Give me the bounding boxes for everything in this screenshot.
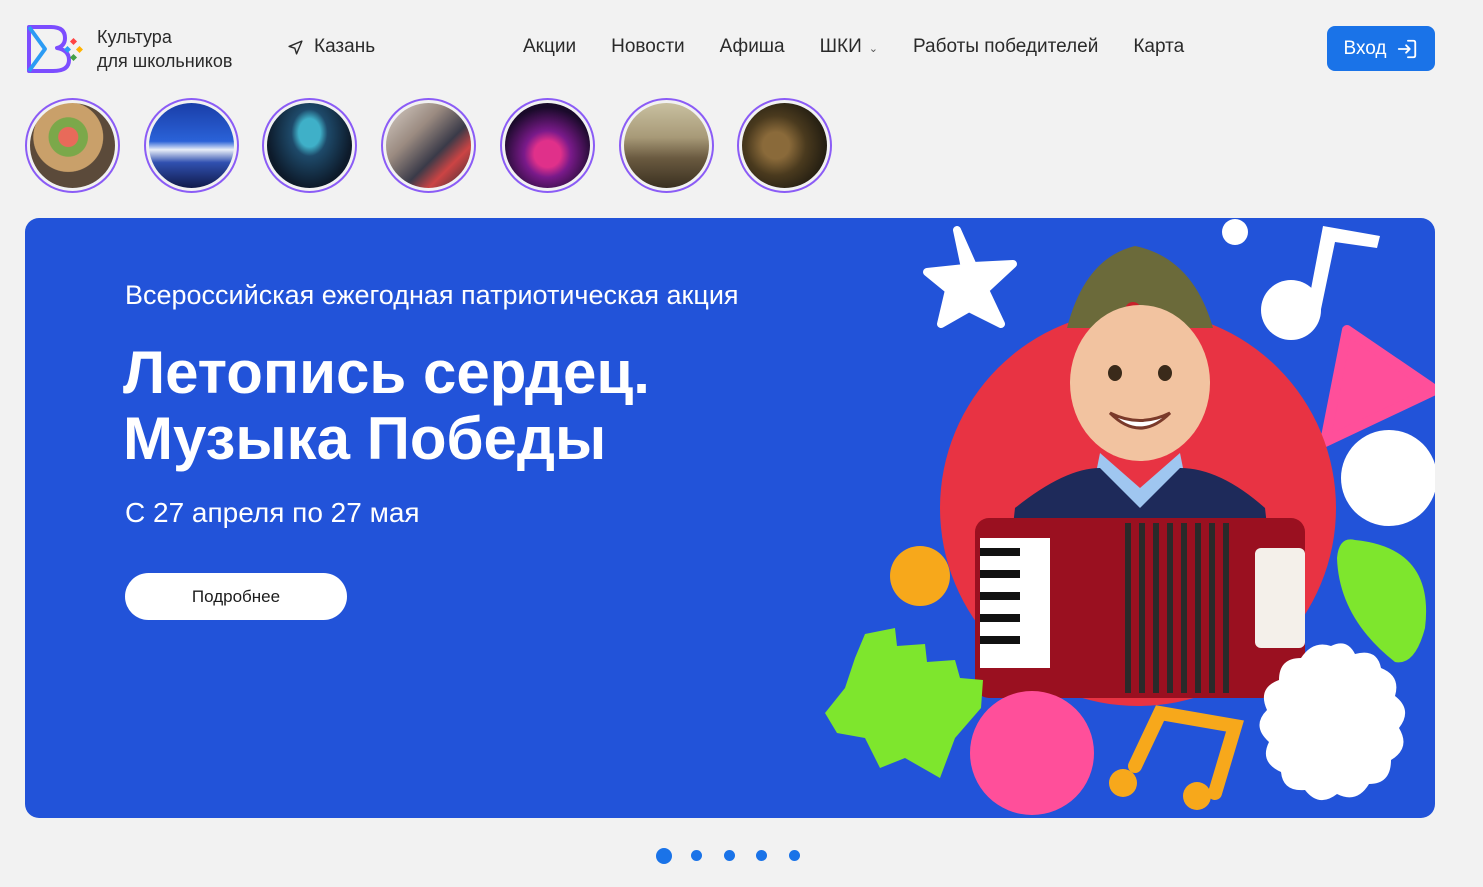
story-image <box>30 103 115 188</box>
orange-circle-shape <box>890 546 950 606</box>
login-label: Вход <box>1343 37 1387 59</box>
story-flowers-painting[interactable] <box>25 98 120 193</box>
pink-triangle-shape <box>1320 325 1435 447</box>
nav-item-map[interactable]: Карта <box>1133 36 1184 58</box>
site-logo[interactable]: Культура для школьников <box>25 25 232 73</box>
chevron-down-icon: ⌄ <box>868 42 878 55</box>
city-selector[interactable]: Казань <box>287 36 375 58</box>
pagination-dot-4[interactable] <box>756 850 767 861</box>
pagination-dot-1[interactable] <box>656 848 672 864</box>
story-image <box>149 103 234 188</box>
banner-illustration <box>825 219 1435 815</box>
star-shape <box>923 226 1017 328</box>
white-dot-shape <box>1222 219 1248 245</box>
logo-subtitle: для школьников <box>97 51 233 71</box>
login-button[interactable]: Вход <box>1327 26 1435 71</box>
site-header: Культура для школьников Казань Акции Нов… <box>0 0 1483 96</box>
pagination-dot-5[interactable] <box>789 850 800 861</box>
white-circle-shape <box>1341 430 1435 526</box>
nav-label: Афиша <box>719 36 785 57</box>
story-film-scene[interactable] <box>737 98 832 193</box>
story-painting-battle[interactable] <box>619 98 714 193</box>
pink-circle-shape <box>970 691 1094 815</box>
story-image <box>267 103 352 188</box>
logo-title: Культура <box>97 27 172 47</box>
story-concert-hall[interactable] <box>262 98 357 193</box>
story-stage-performance[interactable] <box>144 98 239 193</box>
nav-item-winners[interactable]: Работы победителей <box>913 36 1098 58</box>
story-image <box>505 103 590 188</box>
pagination-dot-3[interactable] <box>724 850 735 861</box>
nav-label: Новости <box>611 36 685 57</box>
location-arrow-icon <box>288 39 303 55</box>
nav-label: Работы победителей <box>912 36 1099 57</box>
sign-in-icon <box>1398 39 1417 58</box>
nav-item-actions[interactable]: Акции <box>523 36 576 58</box>
story-image <box>386 103 471 188</box>
pagination-dot-2[interactable] <box>691 850 702 861</box>
city-name: Казань <box>314 36 376 57</box>
story-theater-show[interactable] <box>500 98 595 193</box>
nav-item-news[interactable]: Новости <box>611 36 685 58</box>
green-zigzag-shape <box>825 628 983 778</box>
nav-label: ШКИ <box>819 36 862 57</box>
logo-icon <box>27 25 83 73</box>
story-people-talking[interactable] <box>381 98 476 193</box>
main-nav: Акции Новости Афиша ШКИ ⌄ Работы победите… <box>523 36 1184 58</box>
story-image <box>624 103 709 188</box>
nav-item-shki[interactable]: ШКИ ⌄ <box>820 36 878 58</box>
nav-item-afisha[interactable]: Афиша <box>720 36 785 58</box>
nav-label: Акции <box>523 36 577 57</box>
nav-label: Карта <box>1133 36 1185 57</box>
music-note-shape <box>1261 226 1380 340</box>
green-leaf-shape <box>1337 539 1427 663</box>
hero-banner[interactable]: Всероссийская ежегодная патриотическая а… <box>25 218 1435 818</box>
story-image <box>742 103 827 188</box>
orange-note-shape <box>1109 705 1244 810</box>
